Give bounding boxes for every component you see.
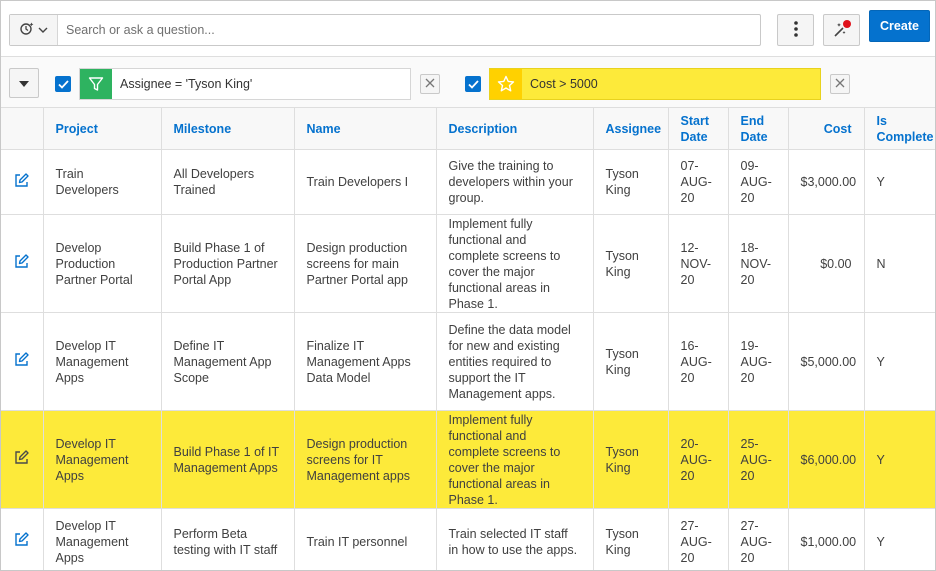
cell-assignee: Tyson King [592,508,669,570]
cell-end-date: 18-NOV-20 [727,214,789,313]
edit-row-button[interactable] [1,214,44,313]
cell-assignee: Tyson King [592,149,669,215]
cell-cost: $5,000.00 [787,312,865,411]
cell-name: Train Developers I [293,149,437,215]
edit-icon [14,352,29,370]
cell-cost: $6,000.00 [787,410,865,509]
cell-name: Train IT personnel [293,508,437,570]
cell-start-date: 20-AUG-20 [667,410,729,509]
filter-bar: Assignee = 'Tyson King' Cost > 5000 [1,56,935,107]
cell-start-date: 07-AUG-20 [667,149,729,215]
edit-row-button[interactable] [1,410,44,509]
magic-wand-icon [832,19,852,42]
cell-description: Define the data model for new and existi… [435,312,594,411]
cell-project: Train Developers [42,149,162,215]
cell-name: Finalize IT Management Apps Data Model [293,312,437,411]
cell-project: Develop IT Management Apps [42,312,162,411]
cell-assignee: Tyson King [592,312,669,411]
cell-project: Develop IT Management Apps [42,508,162,570]
table-row: Develop IT Management Apps Define IT Man… [1,312,935,411]
column-header-edit [1,107,44,150]
smart-filter-button[interactable] [823,14,860,46]
cell-is-complete: Y [863,508,935,570]
cell-assignee: Tyson King [592,214,669,313]
cell-description: Implement fully functional and complete … [435,214,594,313]
column-header-start-date[interactable]: Start Date [667,107,729,150]
cell-is-complete: Y [863,149,935,215]
column-header-is-complete[interactable]: Is Complete [863,107,935,150]
table-row: Train Developers All Developers Trained … [1,149,935,215]
cell-end-date: 27-AUG-20 [727,508,789,570]
interactive-report: Create Assignee = 'Tyson King' [0,0,936,571]
cell-name: Design production screens for main Partn… [293,214,437,313]
remove-filter-1-button[interactable] [420,74,440,94]
table-header-row: Project Milestone Name Description Assig… [1,107,935,150]
edit-icon [14,450,29,468]
report-toolbar: Create [1,1,935,56]
create-button[interactable]: Create [869,10,930,42]
close-icon [835,77,845,91]
actions-menu-button[interactable] [777,14,814,46]
edit-row-button[interactable] [1,149,44,215]
edit-icon [14,172,29,191]
cell-is-complete: Y [863,410,935,509]
toggle-filters-button[interactable] [9,68,39,98]
table-row: Develop IT Management Apps Perform Beta … [1,508,935,570]
column-header-milestone[interactable]: Milestone [160,107,295,150]
cell-milestone: Perform Beta testing with IT staff [160,508,295,570]
funnel-icon [80,69,112,99]
cell-end-date: 25-AUG-20 [727,410,789,509]
report-table: Project Milestone Name Description Assig… [1,107,935,570]
filter-1-label: Assignee = 'Tyson King' [120,77,253,91]
search-input[interactable] [58,15,760,45]
edit-row-button[interactable] [1,312,44,411]
table-row-highlighted: Develop IT Management Apps Build Phase 1… [1,410,935,509]
edit-icon [14,254,29,272]
more-vertical-icon [793,20,798,40]
cell-cost: $0.00 [787,214,865,313]
cell-start-date: 16-AUG-20 [667,312,729,411]
caret-down-icon [19,76,29,90]
search-bar [9,14,761,46]
cell-milestone: Define IT Management App Scope [160,312,295,411]
star-icon [490,69,522,99]
remove-filter-2-button[interactable] [830,74,850,94]
cell-cost: $1,000.00 [787,508,865,570]
filter-2-checkbox[interactable] [465,76,481,92]
search-column-select[interactable] [10,15,58,45]
column-header-project[interactable]: Project [42,107,162,150]
column-header-description[interactable]: Description [435,107,594,150]
cell-description: Implement fully functional and complete … [435,410,594,509]
cell-project: Develop IT Management Apps [42,410,162,509]
table-row: Develop Production Partner Portal Build … [1,214,935,313]
cell-milestone: Build Phase 1 of Production Partner Port… [160,214,295,313]
cell-end-date: 09-AUG-20 [727,149,789,215]
ai-search-icon [19,21,35,40]
chevron-down-icon [38,23,48,37]
cell-name: Design production screens for IT Managem… [293,410,437,509]
filter-2-label: Cost > 5000 [530,77,598,91]
column-header-end-date[interactable]: End Date [727,107,789,150]
cell-start-date: 12-NOV-20 [667,214,729,313]
column-header-name[interactable]: Name [293,107,437,150]
cell-is-complete: N [863,214,935,313]
cell-cost: $3,000.00 [787,149,865,215]
cell-milestone: All Developers Trained [160,149,295,215]
column-header-cost[interactable]: Cost [787,107,865,150]
cell-start-date: 27-AUG-20 [667,508,729,570]
edit-row-button[interactable] [1,508,44,570]
filter-1[interactable]: Assignee = 'Tyson King' [79,68,411,100]
cell-milestone: Build Phase 1 of IT Management Apps [160,410,295,509]
filter-1-checkbox[interactable] [55,76,71,92]
cell-is-complete: Y [863,312,935,411]
cell-project: Develop Production Partner Portal [42,214,162,313]
column-header-assignee[interactable]: Assignee [592,107,669,150]
filter-2[interactable]: Cost > 5000 [489,68,821,100]
cell-assignee: Tyson King [592,410,669,509]
cell-end-date: 19-AUG-20 [727,312,789,411]
cell-description: Give the training to developers within y… [435,149,594,215]
close-icon [425,77,435,91]
edit-icon [14,532,29,550]
cell-description: Train selected IT staff in how to use th… [435,508,594,570]
